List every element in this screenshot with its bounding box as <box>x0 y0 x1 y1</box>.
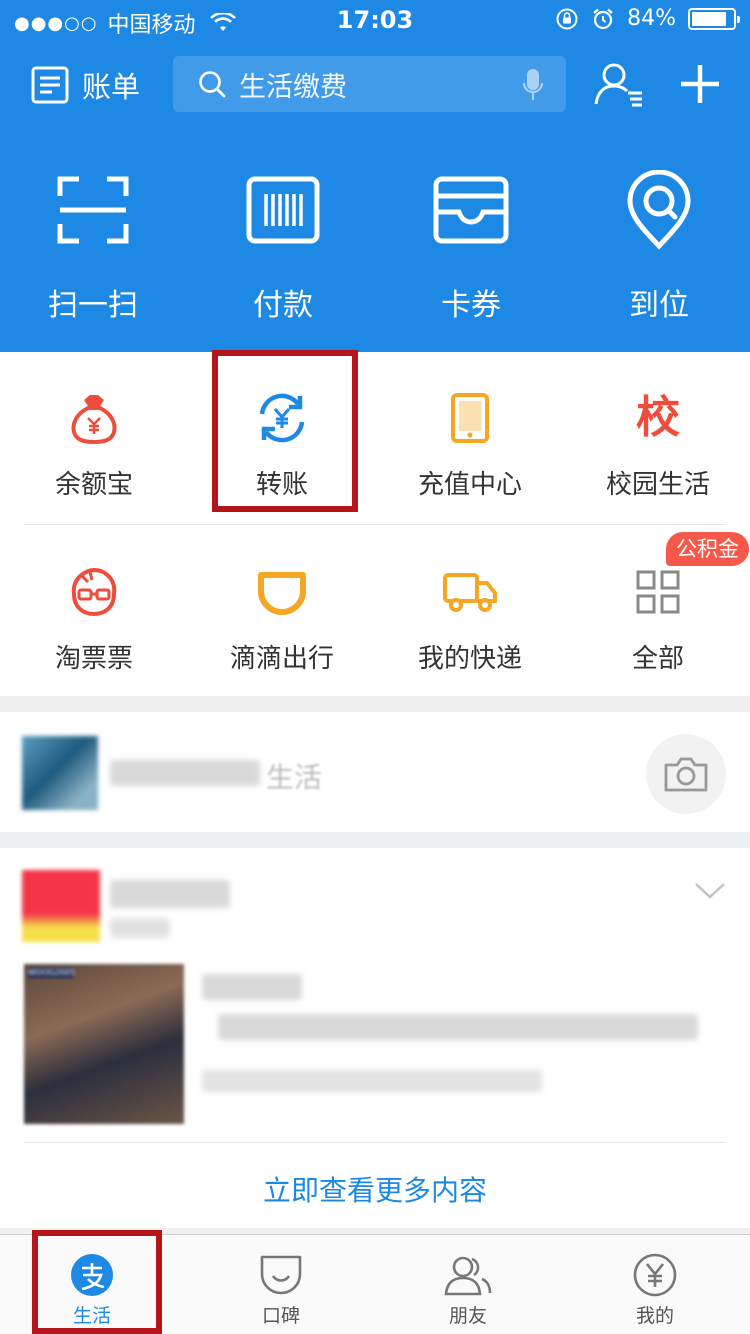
search-input[interactable]: 生活缴费 <box>173 56 566 112</box>
service-all[interactable]: 全部 <box>564 562 750 675</box>
scan-icon <box>57 176 129 244</box>
feed-avatar <box>22 870 100 942</box>
microphone-icon[interactable] <box>522 68 544 102</box>
tab-mine[interactable]: 我的 <box>595 1253 715 1328</box>
blurred-text <box>110 760 260 786</box>
blurred-text <box>218 1014 698 1040</box>
search-icon <box>199 71 226 98</box>
friends-icon <box>444 1256 492 1296</box>
blurred-text <box>110 880 230 908</box>
housing-fund-badge: 公积金 <box>666 532 749 566</box>
campus-icon: 校 <box>636 392 680 443</box>
service-campus[interactable]: 校 校园生活 <box>564 388 750 501</box>
service-label: 我的快递 <box>417 644 522 674</box>
add-icon[interactable] <box>678 62 722 106</box>
quick-action-scan[interactable]: 扫一扫 <box>18 170 168 324</box>
tab-friends[interactable]: 朋友 <box>408 1253 528 1328</box>
quick-action-label: 付款 <box>253 288 313 323</box>
quick-action-cards[interactable]: 卡券 <box>396 170 546 324</box>
service-label: 淘票票 <box>54 644 133 674</box>
phone-recharge-icon <box>451 393 489 443</box>
tab-label: 我的 <box>635 1305 674 1327</box>
yuan-icon <box>633 1253 677 1297</box>
view-more-link[interactable]: 立即查看更多内容 <box>24 1142 726 1209</box>
contacts-icon[interactable] <box>594 62 644 108</box>
life-avatar <box>22 736 98 810</box>
tab-label: 口碑 <box>261 1305 300 1327</box>
service-label: 余额宝 <box>54 470 133 500</box>
rotation-lock-icon <box>556 8 578 29</box>
thumbnail-tag: WOOG2005 <box>28 968 76 978</box>
transfer-highlight-box <box>212 350 358 512</box>
service-label: 校园生活 <box>605 470 710 500</box>
blurred-text <box>110 918 170 938</box>
life-card[interactable] <box>0 712 750 832</box>
services-grid: 余额宝 转账 充值中心 校 校园生活 公积金 淘票票 滴滴出行 我的快递 全部 <box>0 352 750 696</box>
taopiaopiao-icon <box>71 567 117 617</box>
search-placeholder: 生活缴费 <box>239 71 347 103</box>
feed-card[interactable]: WOOG2005 立即查看更多内容 <box>0 848 750 1228</box>
money-bag-icon <box>71 395 117 444</box>
quick-action-label: 卡券 <box>441 288 501 323</box>
camera-icon <box>664 757 708 792</box>
tab-label: 朋友 <box>448 1305 487 1327</box>
koubei-icon <box>260 1255 302 1295</box>
service-label: 全部 <box>631 644 684 674</box>
service-yuebao[interactable]: 余额宝 <box>0 388 188 501</box>
alarm-icon <box>593 8 613 29</box>
service-didi[interactable]: 滴滴出行 <box>188 562 376 675</box>
tab-highlight-box <box>32 1230 162 1334</box>
service-label: 滴滴出行 <box>229 644 334 674</box>
battery-icon <box>688 7 740 30</box>
camera-button[interactable] <box>646 734 726 814</box>
wallet-card-icon <box>433 176 509 244</box>
bill-label: 账单 <box>82 70 141 104</box>
feed-thumbnail[interactable]: WOOG2005 <box>24 964 184 1124</box>
service-express[interactable]: 我的快递 <box>376 562 564 675</box>
life-card-title: 生活 <box>266 761 323 794</box>
bill-icon <box>31 66 69 104</box>
battery-percent: 84% <box>627 6 676 31</box>
didi-icon <box>258 572 306 615</box>
quick-action-arrive[interactable]: 到位 <box>584 170 734 324</box>
blurred-text <box>202 1070 542 1092</box>
grid-all-icon <box>636 570 680 614</box>
grid-divider <box>24 524 726 525</box>
quick-action-label: 到位 <box>629 288 689 323</box>
service-recharge[interactable]: 充值中心 <box>376 388 564 501</box>
service-taopiaopiao[interactable]: 淘票票 <box>0 562 188 675</box>
barcode-pay-icon <box>246 176 320 244</box>
quick-action-label: 扫一扫 <box>48 288 138 323</box>
tab-koubei[interactable]: 口碑 <box>221 1253 341 1328</box>
location-pin-icon <box>627 170 691 250</box>
blurred-text <box>202 974 302 1000</box>
status-bar: ●●●○○ 中国移动 17:03 84% <box>0 0 750 40</box>
delivery-truck-icon <box>443 573 497 612</box>
service-label: 充值中心 <box>417 470 522 500</box>
bill-button[interactable]: 账单 <box>30 64 140 106</box>
top-header: ●●●○○ 中国移动 17:03 84% 账单 生活缴费 扫一扫 付款 卡券 到… <box>0 0 750 352</box>
chevron-down-icon[interactable] <box>694 882 726 900</box>
quick-action-pay[interactable]: 付款 <box>208 170 358 324</box>
